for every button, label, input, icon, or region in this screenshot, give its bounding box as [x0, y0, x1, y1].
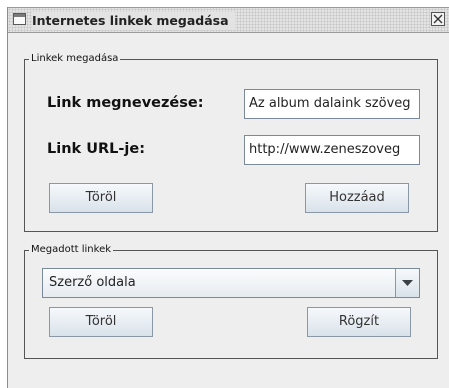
close-icon — [433, 14, 443, 24]
saved-links-legend: Megadott linkek — [29, 243, 114, 257]
link-name-label: Link megnevezése: — [47, 95, 204, 111]
window-title: Internetes linkek megadása — [32, 12, 235, 30]
selected-link-value: Szerző oldala — [49, 275, 136, 290]
link-url-input[interactable]: http://www.zeneszoveg — [244, 135, 420, 165]
link-url-label: Link URL-je: — [47, 141, 146, 157]
dropdown-button[interactable] — [395, 269, 419, 297]
chevron-down-icon — [402, 280, 413, 286]
save-link-button[interactable]: Rögzít — [307, 307, 411, 337]
delete-link-button[interactable]: Töröl — [49, 307, 153, 337]
window-icon — [13, 13, 26, 25]
close-button[interactable] — [431, 12, 445, 26]
add-link-button[interactable]: Hozzáad — [305, 183, 409, 213]
saved-links-select[interactable]: Szerző oldala — [42, 268, 420, 298]
link-name-input[interactable]: Az album dalaink szöveg — [244, 89, 420, 119]
saved-links-group: Megadott linkek — [24, 243, 438, 359]
title-bar[interactable]: Internetes linkek megadása — [8, 7, 449, 33]
link-entry-legend: Linkek megadása — [29, 52, 121, 66]
delete-entry-button[interactable]: Töröl — [49, 183, 153, 213]
